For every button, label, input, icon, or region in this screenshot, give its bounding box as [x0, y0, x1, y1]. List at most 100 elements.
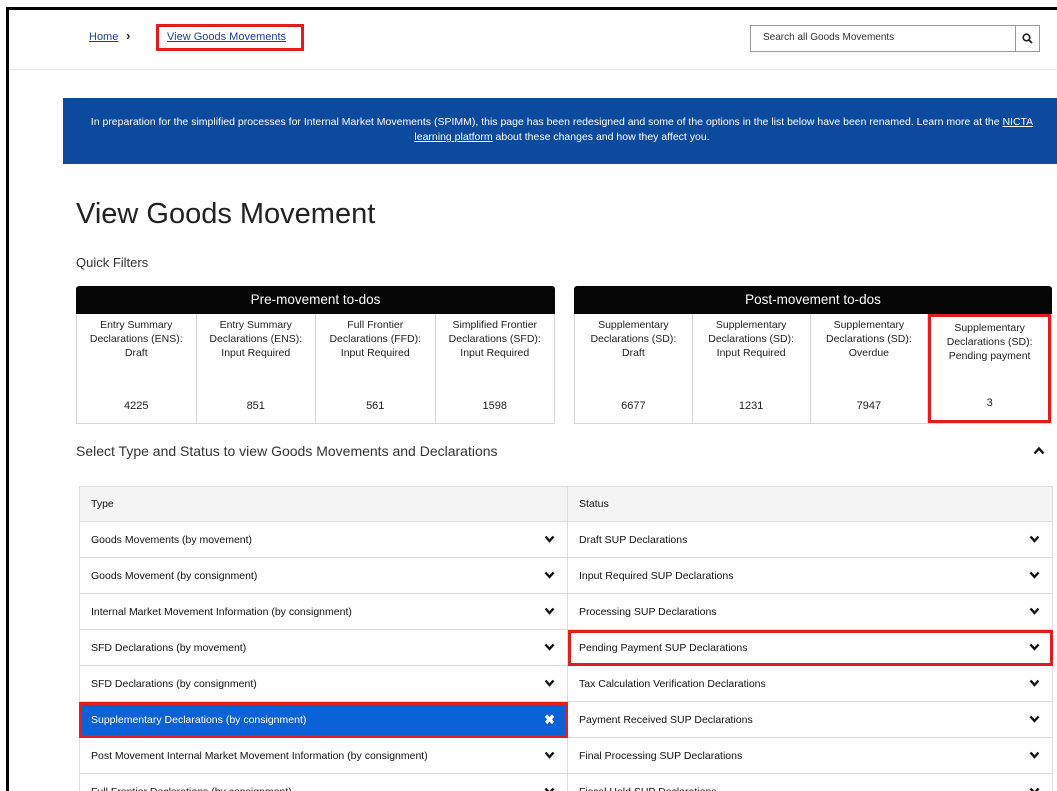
- search-button[interactable]: [1015, 25, 1040, 52]
- type-option[interactable]: Goods Movements (by movement): [79, 522, 568, 558]
- status-option[interactable]: Processing SUP Declarations: [568, 594, 1053, 630]
- quick-filter-label: Entry Summary Declarations (ENS): Input …: [209, 319, 303, 359]
- quick-filter-sd-overdue[interactable]: Supplementary Declarations (SD): Overdue…: [811, 314, 929, 423]
- breadcrumb-current-link[interactable]: View Goods Movements: [156, 24, 304, 51]
- chevron-down-icon[interactable]: [544, 679, 555, 687]
- quick-filter-count: 3: [986, 397, 993, 409]
- top-bar: Home › View Goods Movements Search all G…: [9, 10, 1057, 70]
- table-row: Goods Movements (by movement) Draft SUP D…: [79, 522, 1053, 558]
- table-row: Full Frontier Declarations (by consignme…: [79, 774, 1053, 791]
- type-option-label: SFD Declarations (by movement): [91, 641, 247, 654]
- quick-filter-label: Full Frontier Declarations (FFD): Input …: [329, 319, 422, 359]
- table-row: SFD Declarations (by movement) Pending Pa…: [79, 630, 1053, 666]
- quick-filter-label: Supplementary Declarations (SD): Pending…: [946, 322, 1033, 362]
- type-option[interactable]: Internal Market Movement Information (by…: [79, 594, 568, 630]
- chevron-down-icon[interactable]: [1029, 715, 1040, 723]
- type-column-header: Type: [79, 486, 568, 522]
- pre-movement-title: Pre-movement to-dos: [76, 286, 555, 314]
- quick-filter-count: 1231: [738, 400, 764, 412]
- status-option[interactable]: Final Processing SUP Declarations: [568, 738, 1053, 774]
- chevron-down-icon[interactable]: [1029, 679, 1040, 687]
- chevron-down-icon[interactable]: [544, 571, 555, 579]
- page-frame: Home › View Goods Movements Search all G…: [6, 7, 1057, 791]
- status-option-label: Fiscal Hold SUP Declarations: [579, 786, 717, 791]
- status-option-label: Pending Payment SUP Declarations: [579, 641, 748, 654]
- type-option-label: SFD Declarations (by consignment): [91, 677, 257, 690]
- post-movement-panel: Post-movement to-dos Supplementary Decla…: [574, 286, 1052, 424]
- breadcrumb-home-link[interactable]: Home: [89, 31, 118, 43]
- chevron-down-icon[interactable]: [544, 535, 555, 543]
- quick-filter-ens-draft[interactable]: Entry Summary Declarations (ENS): Draft …: [77, 314, 197, 423]
- table-row: Internal Market Movement Information (by…: [79, 594, 1053, 630]
- type-option[interactable]: Post Movement Internal Market Movement I…: [79, 738, 568, 774]
- chevron-down-icon[interactable]: [1029, 571, 1040, 579]
- quick-filter-label: Supplementary Declarations (SD): Draft: [590, 319, 677, 359]
- banner-text-before: In preparation for the simplified proces…: [90, 116, 1003, 128]
- chevron-up-icon[interactable]: [1033, 446, 1045, 455]
- page-title: View Goods Movement: [76, 198, 376, 230]
- table-row: Supplementary Declarations (by consignme…: [79, 702, 1053, 738]
- type-status-table: Type Status Goods Movements (by movement…: [79, 486, 1053, 791]
- quick-filter-label: Simplified Frontier Declarations (SFD): …: [448, 319, 541, 359]
- table-row: Post Movement Internal Market Movement I…: [79, 738, 1053, 774]
- chevron-down-icon[interactable]: [1029, 607, 1040, 615]
- type-option[interactable]: SFD Declarations (by movement): [79, 630, 568, 666]
- status-option-label: Input Required SUP Declarations: [579, 569, 734, 582]
- type-option[interactable]: SFD Declarations (by consignment): [79, 666, 568, 702]
- status-option-label: Draft SUP Declarations: [579, 533, 688, 546]
- type-option-label: Goods Movements (by movement): [91, 533, 253, 546]
- type-option-label: Internal Market Movement Information (by…: [91, 605, 352, 618]
- status-option-label: Final Processing SUP Declarations: [579, 749, 743, 762]
- quick-filter-count: 561: [366, 400, 385, 412]
- quick-filter-sfd-input-required[interactable]: Simplified Frontier Declarations (SFD): …: [436, 314, 555, 423]
- status-option[interactable]: Payment Received SUP Declarations: [568, 702, 1053, 738]
- quick-filter-ens-input-required[interactable]: Entry Summary Declarations (ENS): Input …: [197, 314, 316, 423]
- type-option-label: Post Movement Internal Market Movement I…: [91, 749, 428, 762]
- table-row: SFD Declarations (by consignment) Tax Cal…: [79, 666, 1053, 702]
- chevron-down-icon[interactable]: [544, 751, 555, 759]
- status-option-label: Payment Received SUP Declarations: [579, 713, 753, 726]
- search-input[interactable]: Search all Goods Movements: [750, 25, 1016, 52]
- type-option[interactable]: Supplementary Declarations (by consignme…: [79, 702, 568, 738]
- quick-filter-count: 1598: [482, 400, 507, 412]
- status-option[interactable]: Draft SUP Declarations: [568, 522, 1053, 558]
- quick-filter-sd-input-required[interactable]: Supplementary Declarations (SD): Input R…: [693, 314, 811, 423]
- type-option[interactable]: Full Frontier Declarations (by consignme…: [79, 774, 568, 791]
- quick-filter-count: 7947: [856, 400, 882, 412]
- breadcrumb-separator-icon: ›: [126, 28, 131, 43]
- post-movement-title: Post-movement to-dos: [574, 286, 1052, 314]
- close-icon[interactable]: ✖: [544, 712, 555, 728]
- type-option-label: Full Frontier Declarations (by consignme…: [91, 786, 292, 791]
- status-option[interactable]: Input Required SUP Declarations: [568, 558, 1053, 594]
- type-option-label: Goods Movement (by consignment): [91, 569, 258, 582]
- table-row: Goods Movement (by consignment) Input Req…: [79, 558, 1053, 594]
- search-icon: [1021, 33, 1033, 44]
- quick-filter-sd-pending-payment[interactable]: Supplementary Declarations (SD): Pending…: [928, 314, 1051, 423]
- chevron-down-icon[interactable]: [1029, 535, 1040, 543]
- status-option[interactable]: Fiscal Hold SUP Declarations: [568, 774, 1053, 791]
- quick-filter-count: 6677: [621, 400, 646, 412]
- info-banner: In preparation for the simplified proces…: [63, 98, 1057, 164]
- chevron-down-icon[interactable]: [1029, 643, 1040, 651]
- chevron-down-icon[interactable]: [544, 607, 555, 615]
- type-option[interactable]: Goods Movement (by consignment): [79, 558, 568, 594]
- status-option[interactable]: Tax Calculation Verification Declaration…: [568, 666, 1053, 702]
- type-option-label: Supplementary Declarations (by consignme…: [91, 713, 307, 726]
- banner-text-after: about these changes and how they affect …: [492, 131, 710, 143]
- chevron-down-icon[interactable]: [544, 787, 555, 791]
- quick-filter-ffd-input-required[interactable]: Full Frontier Declarations (FFD): Input …: [316, 314, 436, 423]
- status-column-header: Status: [568, 486, 1053, 522]
- table-header-row: Type Status: [79, 486, 1053, 522]
- chevron-down-icon[interactable]: [1029, 787, 1040, 791]
- status-option-label: Processing SUP Declarations: [579, 605, 717, 618]
- quick-filter-label: Supplementary Declarations (SD): Input R…: [708, 319, 795, 359]
- quick-filters-label: Quick Filters: [76, 255, 149, 270]
- chevron-down-icon[interactable]: [1029, 751, 1040, 759]
- select-type-status-heading: Select Type and Status to view Goods Mov…: [76, 443, 498, 459]
- quick-filter-label: Supplementary Declarations (SD): Overdue: [825, 319, 912, 359]
- chevron-down-icon[interactable]: [544, 643, 555, 651]
- status-option[interactable]: Pending Payment SUP Declarations: [568, 630, 1053, 666]
- pre-movement-panel: Pre-movement to-dos Entry Summary Declar…: [76, 286, 555, 424]
- quick-filter-sd-draft[interactable]: Supplementary Declarations (SD): Draft 6…: [575, 314, 693, 423]
- quick-filter-label: Entry Summary Declarations (ENS): Draft: [89, 319, 183, 359]
